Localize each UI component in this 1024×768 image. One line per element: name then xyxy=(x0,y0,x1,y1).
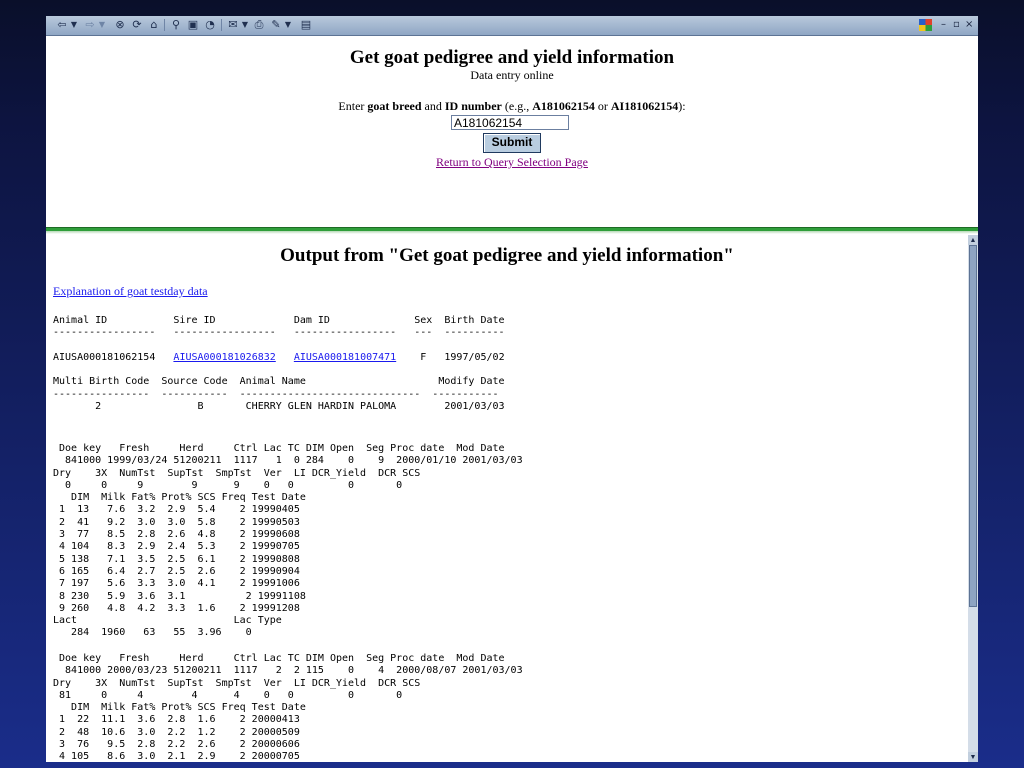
frame-divider[interactable] xyxy=(46,227,978,234)
scroll-up-icon[interactable]: ▲ xyxy=(968,235,978,245)
forward-icon[interactable]: ⇨ xyxy=(84,18,96,32)
sire-id-link[interactable]: AIUSA000181026832 xyxy=(173,352,275,363)
back-icon[interactable]: ⇦ xyxy=(56,18,68,32)
browser-window: ⇦ ▼ ⇨ ▼ ⊗ ⟳ ⌂ ⚲ ▣ ◔ ✉ ▼ ⎙ ✎ ▼ ▤ – ▫ × Ge… xyxy=(46,16,978,762)
windows-logo-icon xyxy=(919,19,932,31)
forward-dropdown-icon[interactable]: ▼ xyxy=(96,18,108,32)
output-title: Output from "Get goat pedigree and yield… xyxy=(280,245,734,266)
return-query-link[interactable]: Return to Query Selection Page xyxy=(436,155,588,170)
prompt-text: or xyxy=(594,99,611,113)
prompt-breed: goat breed xyxy=(367,99,422,113)
animal-table: Animal ID Sire ID Dam ID Sex Birth Date … xyxy=(53,315,505,413)
lactation-record-2: Doe key Fresh Herd Ctrl Lac TC DIM Open … xyxy=(53,653,523,762)
browser-toolbar: ⇦ ▼ ⇨ ▼ ⊗ ⟳ ⌂ ⚲ ▣ ◔ ✉ ▼ ⎙ ✎ ▼ ▤ – ▫ × xyxy=(46,16,978,36)
id-prompt: Enter goat breed and ID number (e.g., A1… xyxy=(46,99,978,113)
restore-button[interactable]: ▫ xyxy=(953,18,960,32)
prompt-text: Enter xyxy=(338,99,368,113)
sex-value: F xyxy=(420,351,427,363)
page-subtitle: Data entry online xyxy=(470,68,554,82)
print-icon[interactable]: ⎙ xyxy=(253,18,265,32)
prompt-id-number: ID number xyxy=(444,99,502,113)
history-icon[interactable]: ◔ xyxy=(204,18,216,32)
page-title: Get goat pedigree and yield information xyxy=(349,47,675,68)
prompt-text: (e.g., xyxy=(501,99,533,113)
lactation-record-1: Doe key Fresh Herd Ctrl Lac TC DIM Open … xyxy=(53,443,523,639)
favorites-icon[interactable]: ▣ xyxy=(187,18,199,32)
search-icon[interactable]: ⚲ xyxy=(170,18,182,32)
stop-icon[interactable]: ⊗ xyxy=(114,18,126,32)
animal-table-header: Animal ID Sire ID Dam ID Sex Birth Date xyxy=(53,315,505,326)
edit-icon[interactable]: ✎ xyxy=(270,18,282,32)
home-icon[interactable]: ⌂ xyxy=(148,18,160,32)
multi-birth-header: Multi Birth Code Source Code Animal Name… xyxy=(53,376,505,388)
scroll-thumb[interactable] xyxy=(969,245,977,607)
animal-id: AIUSA000181062154 xyxy=(53,351,156,363)
mail-dropdown-icon[interactable]: ▼ xyxy=(239,18,251,32)
query-form-frame: Get goat pedigree and yield information … xyxy=(46,36,978,244)
dam-id-link[interactable]: AIUSA000181007471 xyxy=(294,352,396,363)
birth-date: 1997/05/02 xyxy=(444,351,505,363)
prompt-text: ): xyxy=(678,99,686,113)
toolbar-separator xyxy=(164,19,165,31)
multi-birth-row: 2 B CHERRY GLEN HARDIN PALOMA 2001/03/03 xyxy=(53,401,505,413)
output-frame: Output from "Get goat pedigree and yield… xyxy=(46,235,968,762)
explanation-link[interactable]: Explanation of goat testday data xyxy=(53,284,208,299)
animal-table-dashes: ----------------- ----------------- ----… xyxy=(53,327,505,339)
prompt-example-1: A181062154 xyxy=(532,99,595,113)
discuss-icon[interactable]: ▤ xyxy=(300,18,312,32)
close-button[interactable]: × xyxy=(965,18,973,32)
submit-button[interactable]: Submit xyxy=(483,133,541,153)
edit-dropdown-icon[interactable]: ▼ xyxy=(282,18,294,32)
mail-icon[interactable]: ✉ xyxy=(227,18,239,32)
scroll-down-icon[interactable]: ▼ xyxy=(968,752,978,762)
prompt-text: and xyxy=(421,99,445,113)
id-number-input[interactable] xyxy=(451,115,569,130)
toolbar-separator xyxy=(221,19,222,31)
back-dropdown-icon[interactable]: ▼ xyxy=(68,18,80,32)
prompt-example-2: AI181062154 xyxy=(610,99,679,113)
minimize-button[interactable]: – xyxy=(941,18,946,32)
vertical-scrollbar[interactable]: ▲ ▼ xyxy=(968,235,978,762)
multi-birth-dashes: ---------------- ----------- -----------… xyxy=(53,388,499,400)
refresh-icon[interactable]: ⟳ xyxy=(131,18,143,32)
